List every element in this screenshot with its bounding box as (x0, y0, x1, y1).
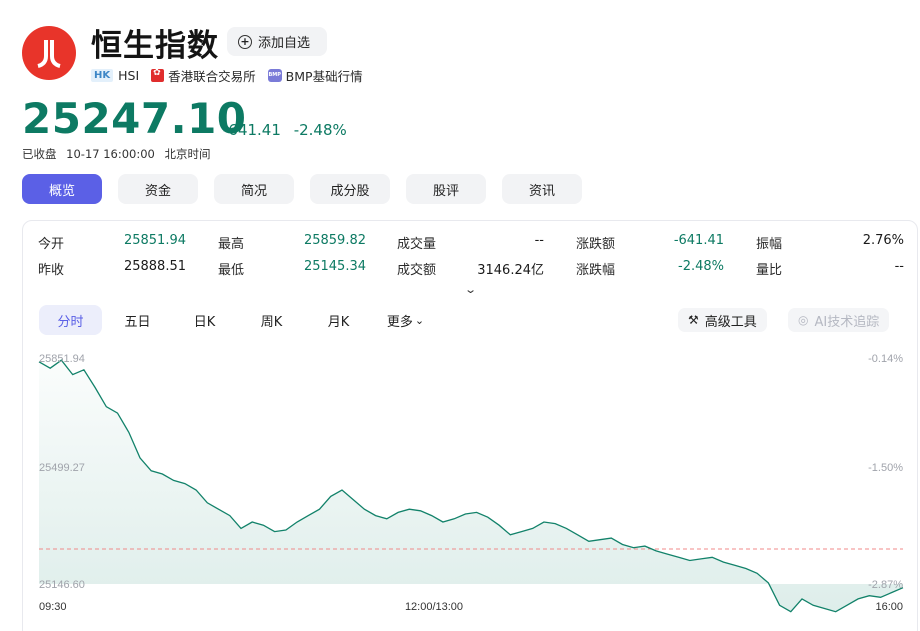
stat-value-open: 25851.94 (123, 233, 186, 248)
change-percent: -2.48% (293, 121, 347, 139)
x-label-close: 16:00 (875, 601, 903, 613)
ai-tracking-button[interactable]: ◎ AI技术追踪 (788, 308, 890, 332)
bmp-icon: BMP (267, 69, 282, 82)
plus-circle-icon: + (238, 34, 252, 49)
stat-value-change-pct: -2.48% (678, 259, 724, 274)
stat-value-volume: -- (534, 233, 544, 248)
stats-grid: 今开 25851.94 最高 25859.82 成交量 -- 涨跌额 -641.… (38, 233, 904, 285)
period-more[interactable]: 更多 ⌄ (374, 305, 437, 335)
y-label-high: 25851.94 (39, 353, 85, 365)
stat-label-amplitude: 振幅 (756, 237, 783, 252)
stat-label-turnover: 成交额 (397, 263, 437, 278)
page-title: 恒生指数 (91, 28, 219, 64)
stat-value-high: 25859.82 (303, 233, 366, 248)
stat-label-high: 最高 (218, 237, 245, 252)
advanced-tools-button[interactable]: ⚒ 高级工具 (678, 308, 767, 332)
stat-label-volume-ratio: 量比 (756, 263, 783, 278)
market-badge: HK (91, 69, 114, 82)
y-label-low: 25146.60 (39, 579, 85, 591)
stat-value-change: -641.41 (673, 233, 724, 248)
stat-label-low: 最低 (218, 263, 245, 278)
period-tabs: 分时 五日 日K 周K 月K 更多 ⌄ (39, 305, 441, 335)
period-weekly-k[interactable]: 周K (240, 305, 303, 335)
price-change: -641.41 -2.48% (223, 121, 355, 139)
main-tabs: 概览 资金 简况 成分股 股评 资讯 (22, 174, 598, 204)
stat-value-low: 25145.34 (303, 259, 366, 274)
tab-profile[interactable]: 简况 (214, 174, 294, 204)
tab-constituents[interactable]: 成分股 (310, 174, 390, 204)
stat-value-turnover: 3146.24亿 (477, 263, 544, 278)
y-label-right-high: -0.14% (868, 353, 903, 365)
market-status: 已收盘 10-17 16:00:00 北京时间 (22, 146, 217, 162)
ai-tracking-label: AI技术追踪 (814, 314, 880, 330)
period-more-label: 更多 (386, 314, 413, 330)
hsi-logo (22, 26, 76, 80)
stat-value-amplitude: 2.76% (862, 233, 904, 248)
hsi-logo-mark (37, 40, 61, 68)
stat-label-change: 涨跌额 (576, 237, 616, 252)
y-label-mid: 25499.27 (39, 462, 85, 474)
status-text: 已收盘 (22, 147, 57, 161)
change-amount: -641.41 (223, 121, 281, 139)
quote-source: BMP基础行情 (285, 69, 363, 84)
period-intraday[interactable]: 分时 (39, 305, 102, 335)
add-watchlist-label: 添加自选 (258, 36, 311, 51)
y-label-right-low: -2.87% (868, 579, 903, 591)
stat-value-prev-close: 25888.51 (123, 259, 186, 274)
tools-icon: ⚒ (688, 313, 699, 327)
chevron-down-icon: ⌄ (414, 313, 425, 327)
tab-news[interactable]: 资讯 (502, 174, 582, 204)
stat-label-prev-close: 昨收 (38, 263, 65, 278)
exchange-name: 香港联合交易所 (168, 69, 256, 84)
radar-icon: ◎ (798, 313, 809, 327)
tab-overview[interactable]: 概览 (22, 174, 102, 204)
status-datetime: 10-17 16:00:00 (66, 147, 155, 161)
hk-flag-icon (151, 68, 165, 82)
price-area-fill (39, 360, 903, 612)
symbol-meta: HK HSI 香港联合交易所 BMP BMP基础行情 (91, 66, 363, 85)
stat-label-change-pct: 涨跌幅 (576, 263, 616, 278)
intraday-chart[interactable]: 25851.94 25499.27 25146.60 -0.14% -1.50% -2.8… (0, 340, 920, 631)
x-label-open: 09:30 (39, 601, 67, 613)
current-price: 25247.10 (22, 94, 247, 143)
period-monthly-k[interactable]: 月K (307, 305, 370, 335)
x-label-midday: 12:00/13:00 (405, 601, 463, 613)
tab-funds[interactable]: 资金 (118, 174, 198, 204)
period-5day[interactable]: 五日 (106, 305, 169, 335)
advanced-tools-label: 高级工具 (704, 314, 757, 330)
symbol-code: HSI (118, 68, 140, 83)
tab-comments[interactable]: 股评 (406, 174, 486, 204)
add-watchlist-button[interactable]: + 添加自选 (227, 27, 327, 56)
y-label-right-mid: -1.50% (868, 462, 903, 474)
stat-value-volume-ratio: -- (894, 259, 904, 274)
expand-chevron-icon[interactable]: ⌄ (464, 283, 477, 296)
status-timezone: 北京时间 (164, 147, 211, 161)
stat-label-volume: 成交量 (397, 237, 437, 252)
period-daily-k[interactable]: 日K (173, 305, 236, 335)
stat-label-open: 今开 (38, 237, 65, 252)
